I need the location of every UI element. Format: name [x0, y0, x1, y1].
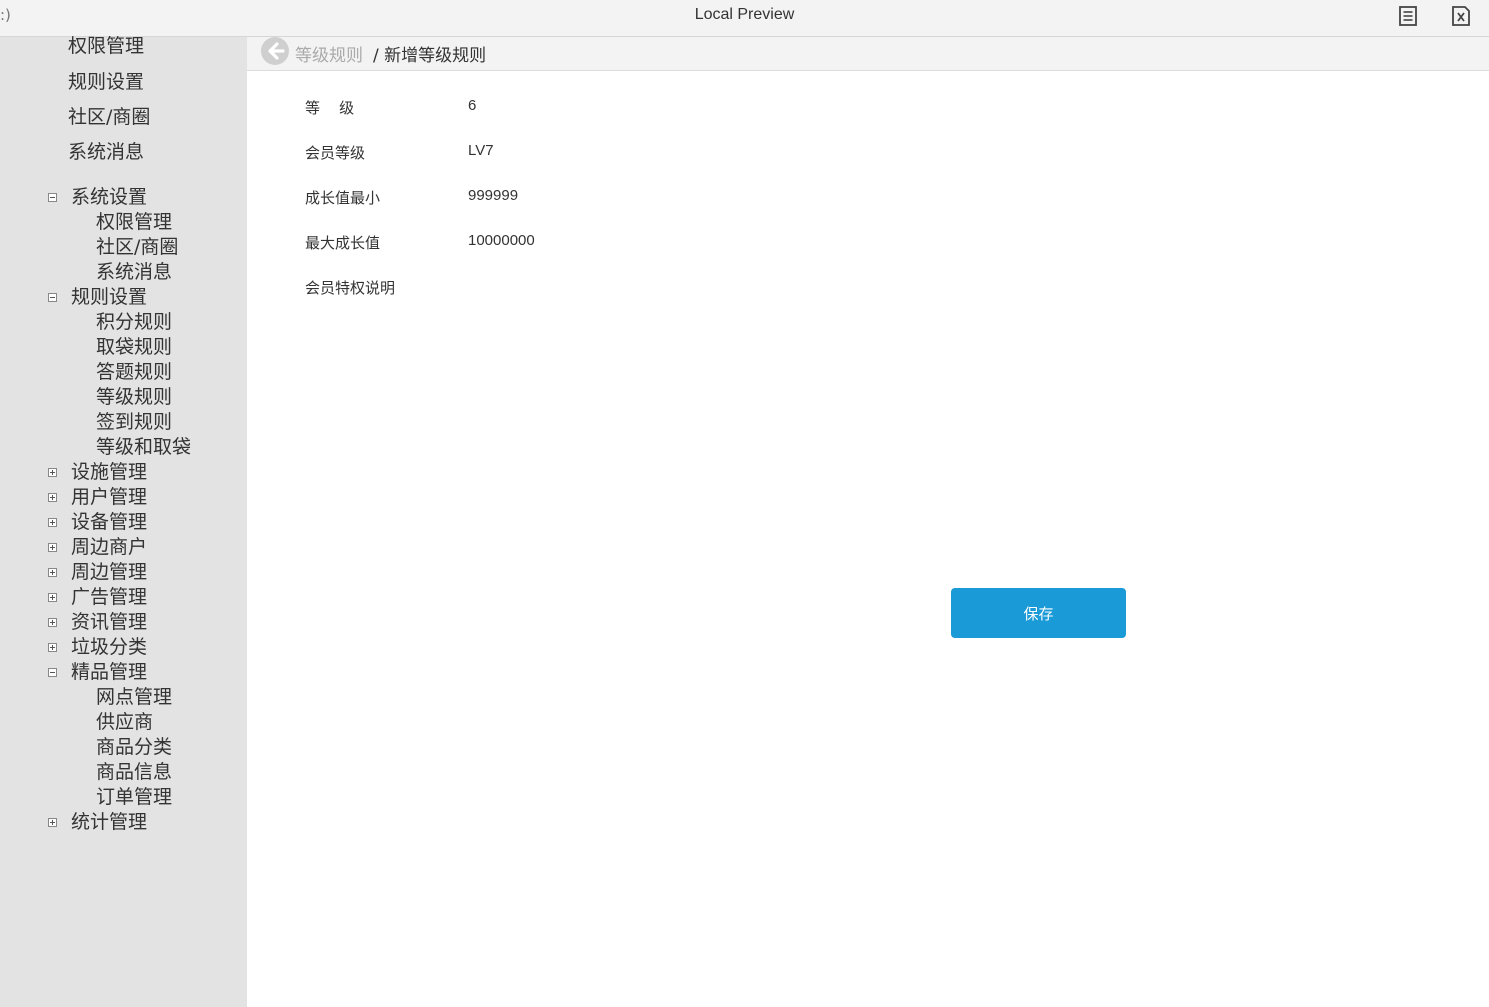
tree-child-item[interactable]: 系统消息 — [96, 260, 172, 285]
tree-group-item[interactable]: 设施管理 — [71, 460, 147, 485]
field-label-level: 等 级 — [305, 99, 355, 117]
back-arrow-icon[interactable] — [260, 37, 290, 67]
tree-child-item[interactable]: 答题规则 — [96, 360, 172, 385]
tree-collapse-icon[interactable] — [48, 668, 57, 677]
tree-child-item[interactable]: 商品分类 — [96, 735, 172, 760]
tree-group-item[interactable]: 垃圾分类 — [71, 635, 147, 660]
tree-child-item[interactable]: 社区/商圈 — [96, 235, 178, 260]
tree-group-item[interactable]: 资讯管理 — [71, 610, 147, 635]
tree-expand-icon[interactable] — [48, 468, 57, 477]
breadcrumb-parent-link[interactable]: 等级规则 — [295, 41, 363, 66]
tree-child-item[interactable]: 权限管理 — [96, 210, 172, 235]
sidebar-top-item-permissions[interactable]: 权限管理 — [68, 34, 144, 58]
window-title: Local Preview — [694, 6, 795, 23]
tree-group-item[interactable]: 用户管理 — [71, 485, 147, 510]
sidebar-top-item-rules[interactable]: 规则设置 — [68, 70, 144, 94]
field-value-max-growth[interactable]: 10000000 — [468, 232, 535, 249]
tree-expand-icon[interactable] — [48, 543, 57, 552]
tree-group-item[interactable]: 周边管理 — [71, 560, 147, 585]
document-icon[interactable] — [1397, 4, 1421, 28]
breadcrumb: 等级规则 / 新增等级规则 — [247, 37, 1489, 71]
tree-expand-icon[interactable] — [48, 568, 57, 577]
tree-expand-icon[interactable] — [48, 618, 57, 627]
window-titlebar: :) Local Preview — [0, 0, 1489, 37]
tree-group-item[interactable]: 规则设置 — [71, 285, 147, 310]
tree-expand-icon[interactable] — [48, 593, 57, 602]
tree-child-item[interactable]: 签到规则 — [96, 410, 172, 435]
field-label-privilege-desc: 会员特权说明 — [305, 279, 396, 297]
tree-group-item[interactable]: 精品管理 — [71, 660, 147, 685]
tree-child-item[interactable]: 商品信息 — [96, 760, 172, 785]
field-label-member-level: 会员等级 — [305, 144, 366, 162]
breadcrumb-current: / 新增等级规则 — [373, 46, 487, 66]
tree-expand-icon[interactable] — [48, 518, 57, 527]
tree-child-item[interactable]: 网点管理 — [96, 685, 172, 710]
tree-group-item[interactable]: 广告管理 — [71, 585, 147, 610]
field-value-level[interactable]: 6 — [468, 97, 476, 114]
tree-group-item[interactable]: 设备管理 — [71, 510, 147, 535]
field-label-max-growth: 最大成长值 — [305, 234, 381, 252]
tree-group-item[interactable]: 周边商户 — [71, 535, 147, 560]
field-value-min-growth[interactable]: 999999 — [468, 187, 518, 204]
tree-expand-icon[interactable] — [48, 493, 57, 502]
tree-group-item[interactable]: 统计管理 — [71, 810, 147, 835]
close-preview-icon[interactable] — [1449, 4, 1473, 28]
tree-child-item[interactable]: 订单管理 — [96, 785, 172, 810]
tree-expand-icon[interactable] — [48, 643, 57, 652]
sidebar-top-item-messages[interactable]: 系统消息 — [68, 140, 144, 164]
sidebar: 权限管理 规则设置 社区/商圈 系统消息 系统设置 权限管理 社区/商圈 系统消息 规则… — [0, 34, 247, 1007]
field-label-min-growth: 成长值最小 — [305, 189, 381, 207]
tree-collapse-icon[interactable] — [48, 193, 57, 202]
tree-collapse-icon[interactable] — [48, 293, 57, 302]
tree-expand-icon[interactable] — [48, 818, 57, 827]
tree-child-item[interactable]: 供应商 — [96, 710, 153, 735]
tree-child-item[interactable]: 取袋规则 — [96, 335, 172, 360]
sidebar-top-item-community[interactable]: 社区/商圈 — [68, 105, 150, 129]
save-button[interactable]: 保存 — [951, 588, 1126, 638]
tree-child-item[interactable]: 等级和取袋 — [96, 435, 191, 460]
tree-child-item[interactable]: 等级规则 — [96, 385, 172, 410]
field-value-member-level[interactable]: LV7 — [468, 142, 494, 159]
tree-child-item[interactable]: 积分规则 — [96, 310, 172, 335]
tree-group-item[interactable]: 系统设置 — [71, 185, 147, 210]
